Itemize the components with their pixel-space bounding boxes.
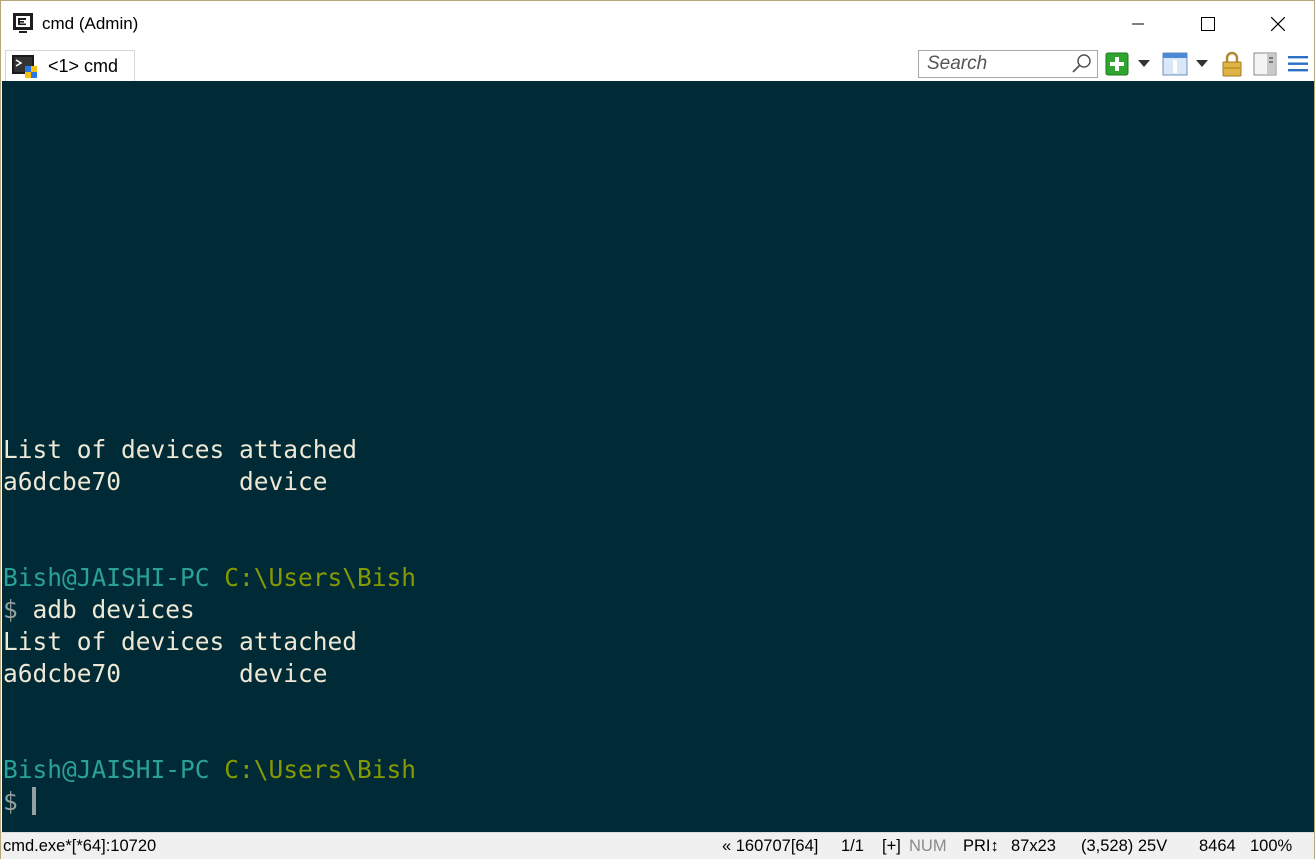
tab-console-icon <box>12 54 37 78</box>
hamburger-menu-icon <box>1288 56 1308 72</box>
maximize-icon <box>1201 17 1215 31</box>
prompt-path: C:\Users\Bish <box>209 755 417 784</box>
status-priority[interactable]: PRI↕ <box>963 837 999 856</box>
status-numlock[interactable]: NUM <box>909 837 947 856</box>
console-line: a6dcbe70 device <box>3 659 328 688</box>
status-zoom[interactable]: 100% <box>1250 837 1292 856</box>
new-console-dropdown[interactable] <box>1134 51 1154 77</box>
title-bar[interactable]: cmd (Admin) <box>1 1 1314 47</box>
minimize-icon <box>1132 23 1144 25</box>
panel-button[interactable] <box>1252 51 1278 77</box>
status-cursor-position[interactable]: (3,528) 25V <box>1081 837 1167 856</box>
split-button[interactable] <box>1161 51 1189 77</box>
prompt-user: Bish@JAISHI-PC <box>3 563 210 592</box>
tab-cmd[interactable]: <1> cmd <box>5 50 135 81</box>
close-icon <box>1271 17 1285 31</box>
lock-button[interactable] <box>1219 51 1245 77</box>
console-line: a6dcbe70 device <box>3 467 328 496</box>
prompt-line: Bish@JAISHI-PC C:\Users\Bish <box>3 754 416 786</box>
lock-icon <box>1222 51 1242 77</box>
status-pages[interactable]: 1/1 <box>841 837 864 856</box>
chevron-down-icon <box>1138 60 1150 67</box>
new-console-icon <box>1105 52 1129 76</box>
search-box[interactable] <box>918 50 1098 78</box>
prompt-symbol: $ <box>3 787 18 816</box>
prompt-line: Bish@JAISHI-PC C:\Users\Bish <box>3 562 416 594</box>
status-console-size[interactable]: 87x23 <box>1011 837 1056 856</box>
status-build[interactable]: « 160707[64] <box>722 837 818 856</box>
console-app-icon <box>13 13 33 33</box>
tab-bar: <1> cmd <box>1 47 1314 81</box>
input-line[interactable]: $ <box>3 786 36 818</box>
split-icon <box>1162 52 1188 76</box>
console-line: List of devices attached <box>3 435 358 464</box>
prompt-user: Bish@JAISHI-PC <box>3 755 210 784</box>
window-title: cmd (Admin) <box>42 14 139 33</box>
chevron-down-icon <box>1196 60 1208 67</box>
close-button[interactable] <box>1243 1 1313 47</box>
status-plus[interactable]: [+] <box>882 837 901 856</box>
status-process[interactable]: cmd.exe*[*64]:10720 <box>3 837 156 856</box>
search-icon[interactable] <box>1070 53 1094 75</box>
search-input[interactable] <box>919 51 1069 77</box>
console-output[interactable]: List of devices attached a6dcbe70 device… <box>2 81 1314 832</box>
prompt-symbol: $ <box>3 595 18 624</box>
new-console-button[interactable] <box>1104 51 1130 77</box>
split-dropdown[interactable] <box>1192 51 1212 77</box>
panel-icon <box>1253 52 1277 76</box>
tab-label: <1> cmd <box>48 55 119 76</box>
command-text: adb devices <box>17 595 195 624</box>
text-cursor <box>31 787 36 815</box>
minimize-button[interactable] <box>1103 1 1173 47</box>
console-line: List of devices attached <box>3 627 358 656</box>
status-pid[interactable]: 8464 <box>1199 837 1236 856</box>
maximize-button[interactable] <box>1173 1 1243 47</box>
status-bar: cmd.exe*[*64]:10720 « 160707[64] 1/1 [+]… <box>1 832 1314 859</box>
conemu-window: cmd (Admin) <1> cmd Search List of devic… <box>0 0 1315 859</box>
prompt-path: C:\Users\Bish <box>209 563 417 592</box>
main-menu-button[interactable] <box>1285 51 1311 77</box>
command-line: $ adb devices <box>3 594 195 626</box>
